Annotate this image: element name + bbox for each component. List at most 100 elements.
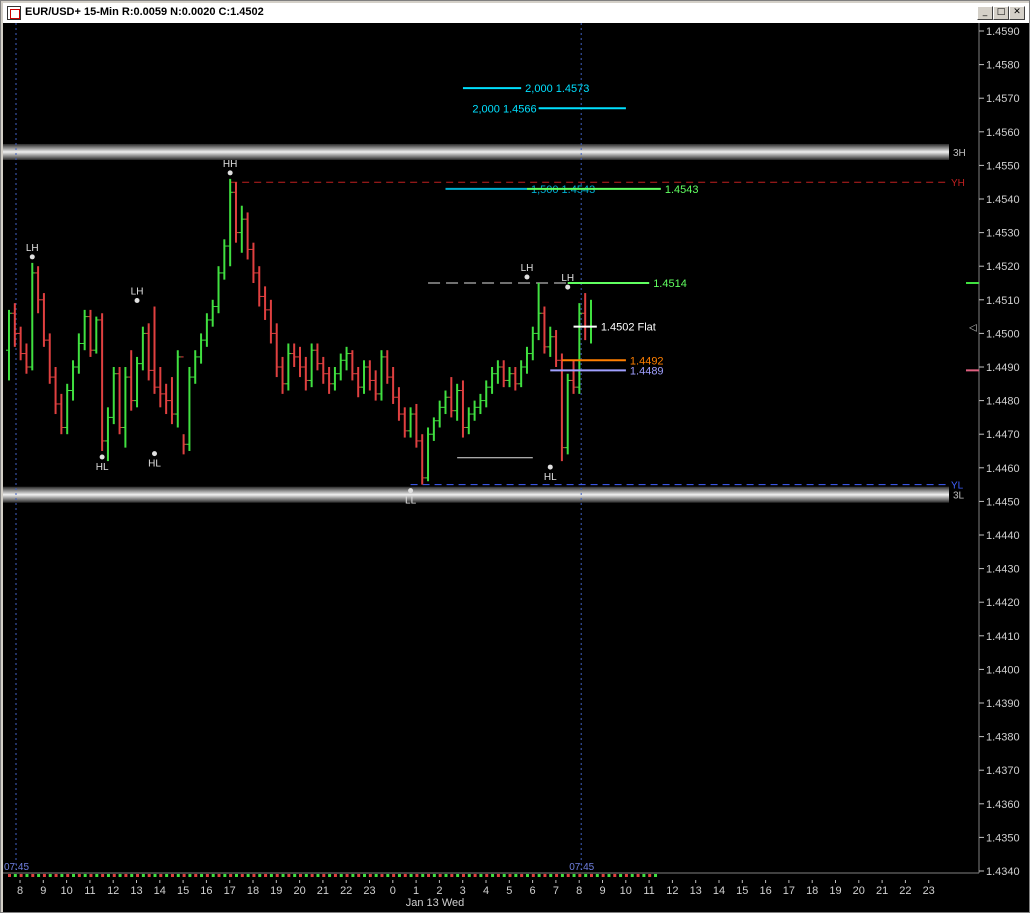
volume-tick: [654, 874, 658, 877]
swing-label: HL: [148, 459, 161, 470]
x-tick-label: 0: [390, 885, 396, 897]
volume-tick: [19, 874, 23, 877]
volume-tick: [176, 874, 180, 877]
y-tick-label: 1.4440: [986, 530, 1020, 542]
x-tick-label: 22: [899, 885, 911, 897]
volume-tick: [520, 874, 524, 877]
maximize-button[interactable]: □: [993, 6, 1009, 20]
x-tick-label: 6: [530, 885, 536, 897]
x-tick-label: 20: [293, 885, 305, 897]
volume-tick: [211, 874, 215, 877]
volume-tick: [217, 874, 221, 877]
volume-tick: [584, 874, 588, 877]
swing-label: HL: [544, 472, 557, 483]
volume-tick: [438, 874, 442, 877]
volume-tick: [415, 874, 419, 877]
volume-tick: [188, 874, 192, 877]
dashed-level-label: YH: [951, 178, 965, 189]
x-tick-label: 18: [247, 885, 259, 897]
volume-tick: [130, 874, 134, 877]
volume-tick: [316, 874, 320, 877]
x-tick-label: 9: [599, 885, 605, 897]
volume-tick: [229, 874, 233, 877]
minimize-button[interactable]: _: [977, 6, 993, 20]
x-tick-label: 3: [460, 885, 466, 897]
projection-label: 1.4543: [665, 184, 699, 196]
volume-tick: [549, 874, 553, 877]
y-tick-label: 1.4480: [986, 396, 1020, 408]
x-tick-label: 22: [340, 885, 352, 897]
x-tick-label: 12: [666, 885, 678, 897]
volume-tick: [106, 874, 110, 877]
x-tick-label: 16: [200, 885, 212, 897]
y-tick-label: 1.4370: [986, 765, 1020, 777]
x-tick-label: 15: [736, 885, 748, 897]
dashed-level-label: YL: [951, 481, 964, 492]
y-tick-label: 1.4520: [986, 261, 1020, 273]
volume-tick: [83, 874, 87, 877]
volume-tick: [13, 874, 17, 877]
volume-tick: [66, 874, 70, 877]
x-tick-label: 19: [829, 885, 841, 897]
x-tick-label: 18: [806, 885, 818, 897]
x-tick-label: 8: [576, 885, 582, 897]
volume-tick: [479, 874, 483, 877]
chart-window: EUR/USD+ 15-Min R:0.0059 N:0.0020 C:1.45…: [0, 0, 1030, 913]
swing-label: LH: [131, 287, 144, 298]
volume-tick: [642, 874, 646, 877]
volume-tick: [101, 874, 105, 877]
volume-tick: [304, 874, 308, 877]
volume-tick: [48, 874, 52, 877]
volume-tick: [141, 874, 145, 877]
x-tick-label: 11: [84, 885, 95, 897]
time-marker-label: 07:45: [569, 862, 594, 873]
swing-label: HH: [223, 159, 237, 170]
projection-label: 2,000 1.4566: [472, 103, 536, 115]
volume-tick: [147, 874, 151, 877]
swing-point: [408, 488, 414, 494]
current-price-marker: ◁: [969, 323, 977, 334]
date-label: Jan 13 Wed: [406, 897, 465, 909]
volume-tick: [368, 874, 372, 877]
volume-tick: [258, 874, 262, 877]
swing-point: [99, 454, 105, 460]
volume-tick: [42, 874, 46, 877]
volume-tick: [310, 874, 314, 877]
volume-tick: [234, 874, 238, 877]
volume-tick: [60, 874, 64, 877]
volume-tick: [595, 874, 599, 877]
y-tick-label: 1.4380: [986, 732, 1020, 744]
x-tick-label: 8: [17, 885, 23, 897]
band-label: 3H: [953, 148, 966, 159]
volume-tick: [613, 874, 617, 877]
level-band: [3, 143, 949, 160]
volume-tick: [555, 874, 559, 877]
band-label: 3L: [953, 491, 965, 502]
volume-tick: [200, 874, 204, 877]
volume-tick: [456, 874, 460, 877]
x-tick-label: 13: [690, 885, 702, 897]
y-tick-label: 1.4500: [986, 328, 1020, 340]
x-tick-label: 5: [506, 885, 512, 897]
price-chart[interactable]: 3H3L 07:45 07:45 YHYL LHHLLHHLHHLLLHHLLH …: [3, 23, 1029, 912]
volume-tick: [450, 874, 454, 877]
x-tick-label: 14: [154, 885, 166, 897]
volume-tick: [205, 874, 209, 877]
close-button[interactable]: ✕: [1009, 6, 1025, 20]
volume-tick: [636, 874, 640, 877]
title-bar[interactable]: EUR/USD+ 15-Min R:0.0059 N:0.0020 C:1.45…: [3, 3, 1029, 24]
volume-tick: [269, 874, 273, 877]
volume-tick: [496, 874, 500, 877]
x-tick-label: 1: [413, 885, 419, 897]
swing-label: HL: [96, 462, 109, 473]
y-tick-label: 1.4460: [986, 463, 1020, 475]
volume-tick: [403, 874, 407, 877]
y-tick-label: 1.4580: [986, 60, 1020, 72]
volume-tick: [467, 874, 471, 877]
y-tick-label: 1.4410: [986, 631, 1020, 643]
swing-point: [547, 464, 553, 470]
volume-tick: [118, 874, 122, 877]
volume-tick: [590, 874, 593, 877]
volume-tick: [8, 874, 11, 877]
volume-tick: [328, 874, 332, 877]
